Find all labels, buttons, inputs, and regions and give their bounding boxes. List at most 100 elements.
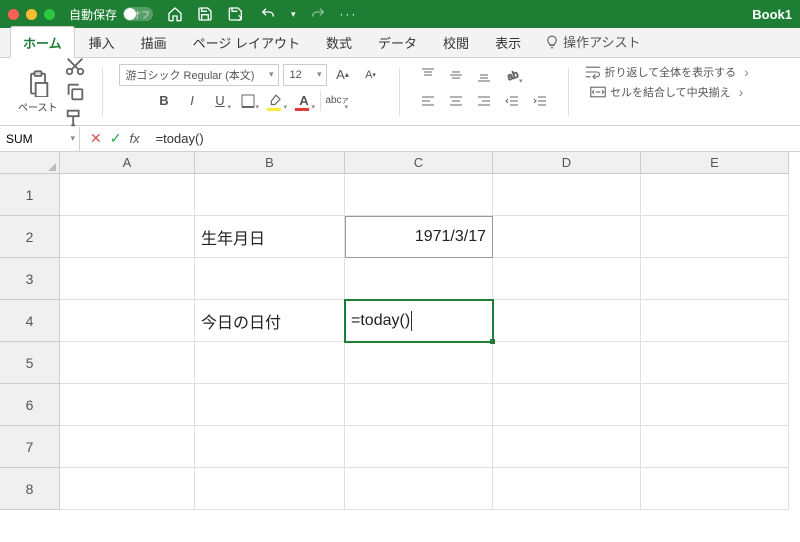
cell[interactable] <box>195 468 345 510</box>
format-painter-icon[interactable] <box>64 107 86 129</box>
font-color-button[interactable]: A <box>292 90 316 112</box>
cell[interactable] <box>641 468 789 510</box>
font-name-select[interactable]: 游ゴシック Regular (本文) <box>119 64 279 86</box>
row-header[interactable]: 7 <box>0 426 60 468</box>
save-icon[interactable] <box>197 6 213 22</box>
cell-active[interactable]: =today() <box>345 300 493 342</box>
cell[interactable] <box>493 174 641 216</box>
tab-insert[interactable]: 挿入 <box>77 27 127 57</box>
cell[interactable] <box>641 342 789 384</box>
fx-icon[interactable]: fx <box>129 131 139 146</box>
increase-font-icon[interactable]: A▴ <box>331 64 355 86</box>
more-commands-icon[interactable]: ··· <box>340 7 358 21</box>
align-middle-icon[interactable] <box>444 64 468 86</box>
cell[interactable] <box>195 384 345 426</box>
orientation-icon[interactable]: ab <box>500 64 524 86</box>
row-header[interactable]: 2 <box>0 216 60 258</box>
cell[interactable] <box>60 300 195 342</box>
cell[interactable] <box>60 426 195 468</box>
cell[interactable] <box>345 384 493 426</box>
cell[interactable] <box>195 258 345 300</box>
cell[interactable] <box>641 216 789 258</box>
align-top-icon[interactable] <box>416 64 440 86</box>
bold-button[interactable]: B <box>152 90 176 112</box>
cell[interactable] <box>641 426 789 468</box>
cell[interactable] <box>493 216 641 258</box>
tab-view[interactable]: 表示 <box>483 27 533 57</box>
column-header[interactable]: D <box>493 152 641 174</box>
column-header[interactable]: B <box>195 152 345 174</box>
increase-indent-icon[interactable] <box>528 90 552 112</box>
copy-icon[interactable] <box>64 81 86 103</box>
cell[interactable] <box>60 384 195 426</box>
align-left-icon[interactable] <box>416 90 440 112</box>
cell[interactable] <box>195 174 345 216</box>
cell[interactable] <box>493 342 641 384</box>
cancel-formula-icon[interactable]: ✕ <box>90 130 102 147</box>
merge-center-button[interactable]: セルを結合して中央揃え › <box>590 84 747 100</box>
phonetic-button[interactable]: abcア <box>325 90 349 112</box>
row-header[interactable]: 6 <box>0 384 60 426</box>
cell[interactable] <box>195 426 345 468</box>
row-header[interactable]: 3 <box>0 258 60 300</box>
close-window-icon[interactable] <box>8 9 19 20</box>
cell[interactable] <box>641 174 789 216</box>
cell[interactable] <box>60 468 195 510</box>
cell[interactable] <box>493 258 641 300</box>
cell[interactable] <box>493 300 641 342</box>
column-header[interactable]: A <box>60 152 195 174</box>
cell[interactable] <box>60 216 195 258</box>
font-size-select[interactable]: 12 <box>283 64 327 86</box>
save-as-icon[interactable] <box>227 6 245 22</box>
cell[interactable] <box>493 426 641 468</box>
autosave-switch[interactable]: オフ <box>123 7 153 21</box>
cell[interactable] <box>493 468 641 510</box>
cell[interactable] <box>345 342 493 384</box>
cell[interactable] <box>60 342 195 384</box>
cell[interactable] <box>641 300 789 342</box>
tab-home[interactable]: ホーム <box>10 26 75 58</box>
tab-draw[interactable]: 描画 <box>129 27 179 57</box>
cell[interactable] <box>641 384 789 426</box>
column-header[interactable]: C <box>345 152 493 174</box>
row-header[interactable]: 5 <box>0 342 60 384</box>
cell[interactable]: 1971/3/17 <box>345 216 493 258</box>
undo-dropdown-icon[interactable]: ▾ <box>291 9 296 20</box>
tab-review[interactable]: 校閲 <box>431 27 481 57</box>
cell[interactable] <box>345 426 493 468</box>
cell[interactable] <box>345 174 493 216</box>
cut-icon[interactable] <box>64 55 86 77</box>
column-header[interactable]: E <box>641 152 789 174</box>
formula-input[interactable]: =today() <box>150 131 800 146</box>
redo-icon[interactable] <box>310 6 326 22</box>
cell[interactable] <box>195 342 345 384</box>
align-right-icon[interactable] <box>472 90 496 112</box>
autosave-toggle[interactable]: 自動保存 オフ <box>69 6 153 23</box>
name-box[interactable]: SUM <box>0 127 80 151</box>
home-icon[interactable] <box>167 6 183 22</box>
align-center-icon[interactable] <box>444 90 468 112</box>
row-header[interactable]: 4 <box>0 300 60 342</box>
cell[interactable] <box>60 174 195 216</box>
cell[interactable] <box>493 384 641 426</box>
cell[interactable]: 生年月日 <box>195 216 345 258</box>
paste-button[interactable]: ペースト <box>18 69 58 114</box>
underline-button[interactable]: U <box>208 90 232 112</box>
confirm-formula-icon[interactable]: ✓ <box>110 130 122 147</box>
decrease-font-icon[interactable]: A▾ <box>359 64 383 86</box>
italic-button[interactable]: I <box>180 90 204 112</box>
cell[interactable] <box>641 258 789 300</box>
cell[interactable] <box>60 258 195 300</box>
tell-me[interactable]: 操作アシスト <box>535 26 650 57</box>
fill-color-button[interactable] <box>264 90 288 112</box>
maximize-window-icon[interactable] <box>44 9 55 20</box>
decrease-indent-icon[interactable] <box>500 90 524 112</box>
wrap-text-button[interactable]: 折り返して全体を表示する › <box>585 64 753 80</box>
tab-data[interactable]: データ <box>366 27 429 57</box>
row-header[interactable]: 8 <box>0 468 60 510</box>
border-button[interactable] <box>236 90 260 112</box>
cell[interactable] <box>345 468 493 510</box>
row-header[interactable]: 1 <box>0 174 60 216</box>
select-all-corner[interactable] <box>0 152 60 174</box>
minimize-window-icon[interactable] <box>26 9 37 20</box>
